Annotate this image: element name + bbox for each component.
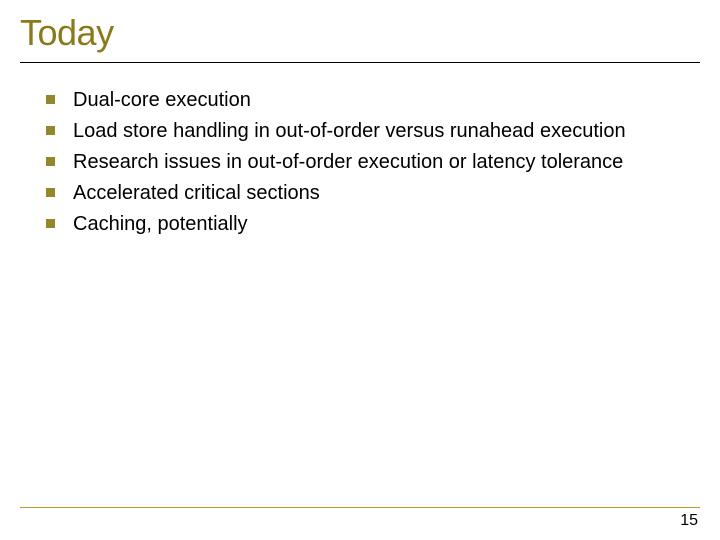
bullet-square-icon (46, 188, 55, 197)
list-item: Research issues in out-of-order executio… (46, 149, 690, 176)
slide: Today Dual-core execution Load store han… (0, 0, 720, 540)
bullet-text: Accelerated critical sections (73, 180, 320, 207)
list-item: Dual-core execution (46, 87, 690, 114)
list-item: Load store handling in out-of-order vers… (46, 118, 690, 145)
bullet-text: Dual-core execution (73, 87, 251, 114)
page-number: 15 (680, 512, 698, 530)
bullet-square-icon (46, 126, 55, 135)
bullet-text: Load store handling in out-of-order vers… (73, 118, 626, 145)
bullet-square-icon (46, 157, 55, 166)
bullet-square-icon (46, 219, 55, 228)
slide-content: Dual-core execution Load store handling … (20, 87, 700, 238)
bullet-text: Caching, potentially (73, 211, 248, 238)
footer-divider (20, 507, 700, 508)
list-item: Caching, potentially (46, 211, 690, 238)
bullet-square-icon (46, 95, 55, 104)
bullet-text: Research issues in out-of-order executio… (73, 149, 623, 176)
slide-title: Today (20, 12, 700, 63)
list-item: Accelerated critical sections (46, 180, 690, 207)
